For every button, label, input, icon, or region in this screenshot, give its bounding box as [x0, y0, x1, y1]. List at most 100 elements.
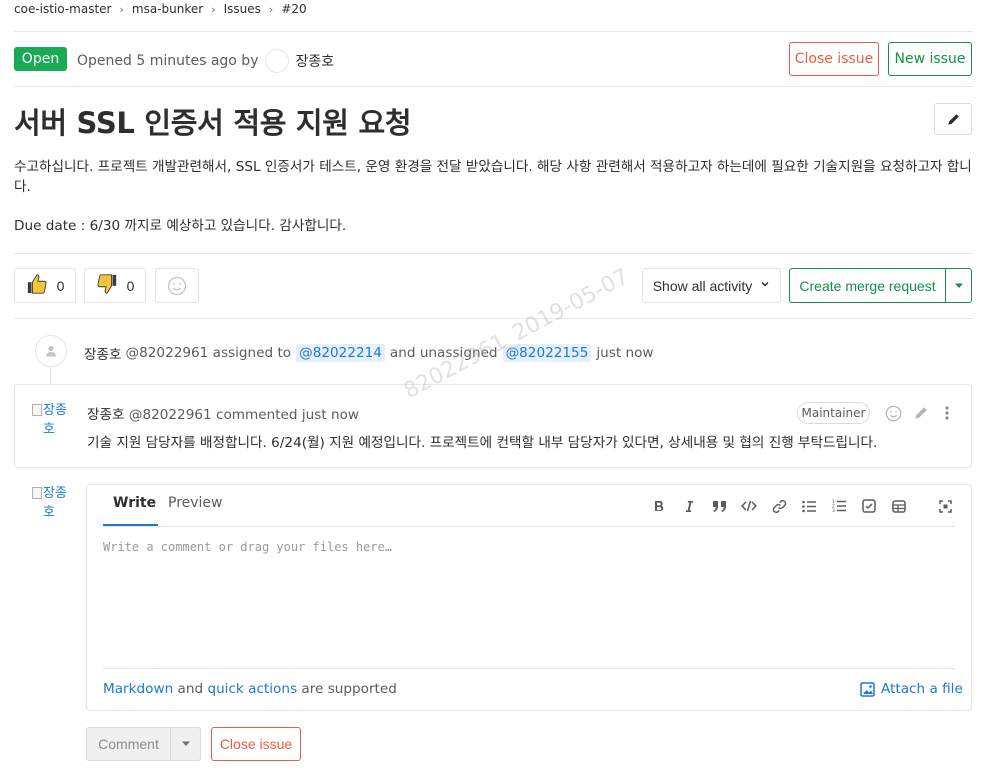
smiley-icon: [885, 405, 901, 421]
comment-author[interactable]: 장종호: [87, 407, 125, 423]
link-button[interactable]: [769, 496, 789, 516]
avatar[interactable]: [265, 49, 290, 73]
breadcrumb-separator-icon: ›: [268, 2, 274, 16]
quick-actions-link[interactable]: quick actions: [207, 681, 297, 697]
divider: [14, 318, 972, 319]
attach-file-button[interactable]: Attach a file: [860, 681, 963, 697]
pencil-icon: [947, 113, 959, 125]
author-link[interactable]: 장종호: [295, 51, 334, 71]
broken-image-icon: [32, 404, 42, 416]
thumbsdown-icon: [96, 273, 118, 299]
status-badge: Open: [14, 47, 67, 71]
divider: [103, 526, 955, 527]
thumbsup-award-button[interactable]: 0: [14, 268, 76, 303]
thumbsup-count: 0: [56, 277, 65, 294]
merge-request-dropdown-toggle[interactable]: [945, 268, 972, 303]
task-list-icon: [862, 499, 876, 513]
system-note: 장종호 @82022961 assigned to @82022214 and …: [84, 343, 654, 363]
avatar-alt-text: 장종호: [43, 403, 67, 437]
activity-filter-label: Show all activity: [652, 277, 753, 294]
svg-text:3: 3: [832, 508, 835, 513]
divider: [14, 253, 972, 254]
hint-text: and: [177, 681, 204, 697]
comment-card: [14, 384, 972, 468]
close-issue-button[interactable]: Close issue: [211, 727, 301, 761]
code-button[interactable]: [739, 496, 759, 516]
opened-text: Opened 5 minutes ago by: [77, 53, 259, 69]
add-reaction-button[interactable]: [884, 404, 902, 422]
code-icon: [741, 500, 757, 512]
page-title: 서버 SSL 인증서 적용 지원 요청: [14, 106, 412, 140]
italic-icon: [686, 500, 693, 512]
chevron-down-icon: [760, 279, 770, 292]
breadcrumb-separator-icon: ›: [211, 2, 216, 16]
thumbsdown-count: 0: [126, 277, 135, 294]
edit-comment-button[interactable]: [912, 404, 930, 422]
quote-icon: [712, 500, 726, 512]
issue-description: 수고하십니다. 프로젝트 개발관련해서, SSL 인증서가 테스트, 운영 환경…: [14, 157, 974, 255]
more-vertical-icon: [945, 406, 949, 420]
system-note-time: just now: [596, 345, 654, 361]
table-button[interactable]: [889, 496, 909, 516]
system-note-icon-wrapper: [35, 335, 67, 367]
avatar[interactable]: 장종호: [32, 401, 76, 445]
comment-body: 기술 지원 담당자를 배정합니다. 6/24(월) 지원 예정입니다. 프로젝트…: [87, 435, 878, 451]
fullscreen-icon: [938, 499, 952, 513]
tab-write[interactable]: Write: [113, 495, 156, 511]
avatar[interactable]: 장종호: [32, 484, 76, 528]
quote-button[interactable]: [709, 496, 729, 516]
bullet-list-button[interactable]: [799, 496, 819, 516]
divider: [14, 86, 972, 87]
breadcrumb-issue-number[interactable]: #20: [281, 2, 306, 16]
tab-preview[interactable]: Preview: [168, 495, 223, 511]
role-badge: Maintainer: [797, 402, 870, 424]
hint-text: are supported: [301, 681, 397, 697]
smiley-icon: [167, 276, 187, 295]
avatar-alt-text: 장종호: [43, 486, 67, 520]
divider: [14, 31, 972, 32]
comment-textarea[interactable]: [103, 538, 955, 666]
comment-button[interactable]: Comment: [86, 727, 171, 761]
attach-image-icon: [860, 681, 875, 697]
fullscreen-button[interactable]: [935, 496, 955, 516]
comment-type-dropdown-toggle[interactable]: [170, 727, 201, 761]
description-paragraph: 수고하십니다. 프로젝트 개발관련해서, SSL 인증서가 테스트, 운영 환경…: [14, 159, 972, 195]
more-actions-button[interactable]: [938, 404, 956, 422]
table-icon: [892, 499, 906, 513]
task-list-button[interactable]: [859, 496, 879, 516]
assignee-mention[interactable]: @82022214: [296, 344, 385, 362]
markdown-hint: Markdown and quick actions are supported: [103, 681, 397, 697]
comment-header: 장종호 @82022961 commented just now: [87, 403, 359, 423]
new-issue-button[interactable]: New issue: [888, 42, 972, 76]
description-paragraph: Due date : 6/30 까지로 예상하고 있습니다. 감사합니다.: [14, 218, 347, 234]
breadcrumb-project[interactable]: msa-bunker: [132, 2, 203, 16]
bullet-list-icon: [802, 500, 816, 512]
comment-meta: @82022961 commented just now: [128, 407, 360, 423]
caret-down-icon: [954, 283, 963, 288]
markdown-help-link[interactable]: Markdown: [103, 681, 173, 697]
system-note-text: and unassigned: [389, 345, 498, 361]
thumbsup-icon: [26, 273, 48, 299]
unassigned-mention[interactable]: @82022155: [502, 344, 592, 362]
edit-title-button[interactable]: [934, 103, 972, 135]
system-note-author[interactable]: 장종호: [84, 343, 122, 363]
attach-file-label: Attach a file: [881, 681, 963, 697]
thumbsdown-award-button[interactable]: 0: [84, 268, 146, 303]
close-issue-button[interactable]: Close issue: [789, 42, 879, 76]
activity-filter-dropdown[interactable]: Show all activity: [642, 268, 781, 303]
bold-icon: [655, 500, 664, 511]
numbered-list-button[interactable]: 123: [829, 496, 849, 516]
create-merge-request-button[interactable]: Create merge request: [789, 268, 946, 303]
pencil-icon: [915, 407, 927, 419]
user-icon: [46, 346, 56, 357]
divider: [103, 668, 955, 669]
breadcrumb-issues[interactable]: Issues: [224, 2, 261, 16]
add-reaction-button[interactable]: [155, 268, 199, 303]
broken-image-icon: [32, 487, 42, 499]
bold-button[interactable]: [649, 496, 669, 516]
breadcrumb: coe-istio-master › msa-bunker › Issues ›…: [14, 0, 307, 18]
breadcrumb-group[interactable]: coe-istio-master: [14, 2, 112, 16]
numbered-list-icon: 123: [832, 499, 846, 513]
italic-button[interactable]: [679, 496, 699, 516]
system-note-text: @82022961 assigned to: [125, 345, 292, 361]
